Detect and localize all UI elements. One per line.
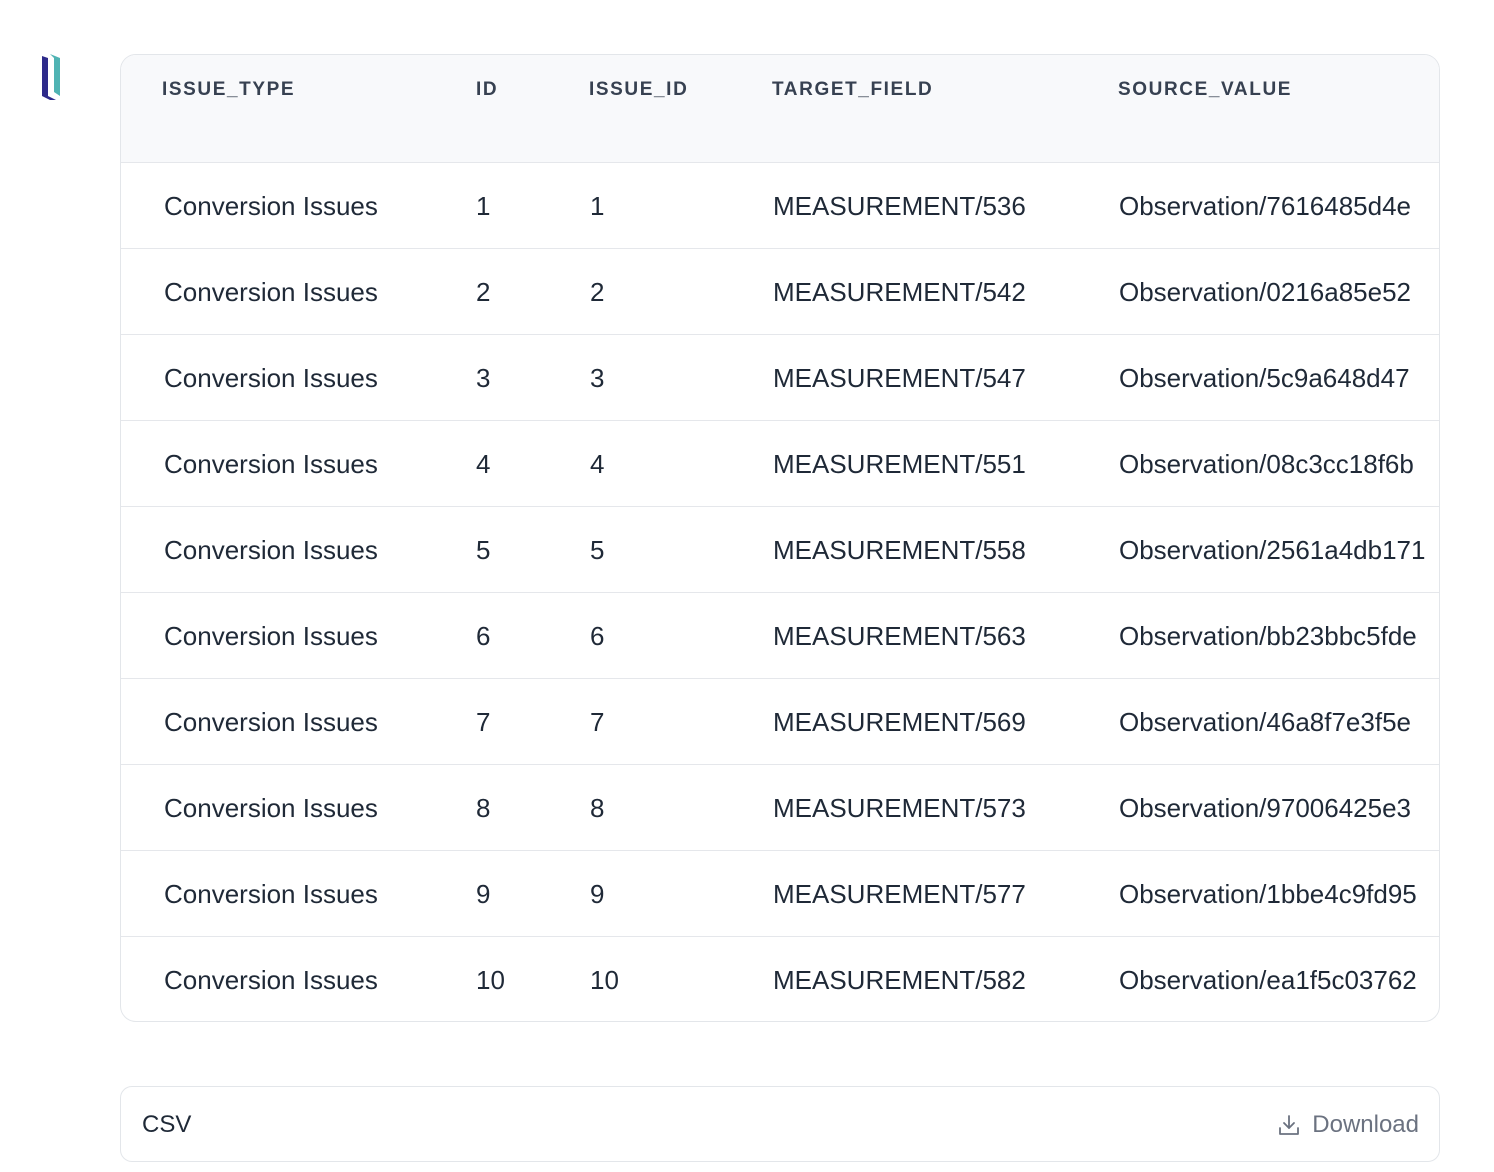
cell-target-field: MEASUREMENT/582 xyxy=(773,965,1026,995)
download-label: Download xyxy=(1312,1111,1419,1138)
cell-source-value: Observation/0216a85e52 xyxy=(1119,277,1412,307)
table-body: Conversion Issues 1 1 MEASUREMENT/536 Ob… xyxy=(121,163,1439,1021)
page: ISSUE_TYPE ID ISSUE_ID TARGET_FIELD SOUR… xyxy=(0,0,1494,1172)
cell-id: 10 xyxy=(476,965,505,995)
export-bar: CSV Download xyxy=(120,1086,1440,1162)
table-row: Conversion Issues 1 1 MEASUREMENT/536 Ob… xyxy=(121,163,1439,249)
cell-issue-type: Conversion Issues xyxy=(164,277,378,307)
table-row: Conversion Issues 3 3 MEASUREMENT/547 Ob… xyxy=(121,335,1439,421)
cell-target-field: MEASUREMENT/547 xyxy=(773,363,1026,393)
cell-source-value: Observation/bb23bbc5fde xyxy=(1119,621,1417,651)
table-row: Conversion Issues 9 9 MEASUREMENT/577 Ob… xyxy=(121,851,1439,937)
cell-issue-id: 5 xyxy=(590,535,605,565)
cell-source-value: Observation/08c3cc18f6b xyxy=(1119,449,1414,479)
cell-issue-id: 7 xyxy=(590,707,605,737)
cell-issue-type: Conversion Issues xyxy=(164,707,378,737)
cell-id: 8 xyxy=(476,793,491,823)
cell-target-field: MEASUREMENT/551 xyxy=(773,449,1026,479)
table-row: Conversion Issues 8 8 MEASUREMENT/573 Ob… xyxy=(121,765,1439,851)
cell-source-value: Observation/97006425e3 xyxy=(1119,793,1412,823)
cell-issue-id: 4 xyxy=(590,449,605,479)
cell-id: 3 xyxy=(476,363,491,393)
cell-issue-type: Conversion Issues xyxy=(164,363,378,393)
cell-target-field: MEASUREMENT/563 xyxy=(773,621,1026,651)
column-header-issue-type[interactable]: ISSUE_TYPE xyxy=(162,79,295,101)
cell-issue-id: 10 xyxy=(590,965,619,995)
cell-issue-id: 1 xyxy=(590,191,605,221)
cell-source-value: Observation/7616485d4e xyxy=(1119,191,1412,221)
cell-source-value: Observation/1bbe4c9fd95 xyxy=(1119,879,1417,909)
table-row: Conversion Issues 10 10 MEASUREMENT/582 … xyxy=(121,937,1439,1021)
cell-target-field: MEASUREMENT/536 xyxy=(773,191,1026,221)
cell-issue-type: Conversion Issues xyxy=(164,535,378,565)
cell-target-field: MEASUREMENT/573 xyxy=(773,793,1026,823)
table-row: Conversion Issues 6 6 MEASUREMENT/563 Ob… xyxy=(121,593,1439,679)
download-icon xyxy=(1279,1115,1300,1135)
cell-id: 2 xyxy=(476,277,491,307)
table-row: Conversion Issues 7 7 MEASUREMENT/569 Ob… xyxy=(121,679,1439,765)
cell-target-field: MEASUREMENT/569 xyxy=(773,707,1026,737)
cell-target-field: MEASUREMENT/577 xyxy=(773,879,1026,909)
table-header: ISSUE_TYPE ID ISSUE_ID TARGET_FIELD SOUR… xyxy=(121,55,1439,163)
cell-source-value: Observation/46a8f7e3f5e xyxy=(1119,707,1411,737)
cell-id: 7 xyxy=(476,707,491,737)
cell-issue-id: 8 xyxy=(590,793,605,823)
column-header-id[interactable]: ID xyxy=(476,79,498,101)
table-row: Conversion Issues 4 4 MEASUREMENT/551 Ob… xyxy=(121,421,1439,507)
cell-issue-type: Conversion Issues xyxy=(164,191,378,221)
cell-issue-type: Conversion Issues xyxy=(164,879,378,909)
cell-issue-id: 9 xyxy=(590,879,605,909)
brand-logo-icon xyxy=(42,54,60,100)
column-header-target-field[interactable]: TARGET_FIELD xyxy=(772,79,933,101)
cell-target-field: MEASUREMENT/558 xyxy=(773,535,1026,565)
download-button[interactable]: Download xyxy=(1278,1087,1419,1163)
cell-id: 1 xyxy=(476,191,491,221)
column-header-source-value[interactable]: SOURCE_VALUE xyxy=(1118,79,1439,101)
cell-issue-type: Conversion Issues xyxy=(164,793,378,823)
cell-id: 5 xyxy=(476,535,491,565)
export-format-label: CSV xyxy=(142,1111,192,1138)
cell-issue-type: Conversion Issues xyxy=(164,621,378,651)
column-header-issue-id[interactable]: ISSUE_ID xyxy=(589,79,688,101)
cell-source-value: Observation/2561a4db171 xyxy=(1119,535,1426,565)
table-row: Conversion Issues 5 5 MEASUREMENT/558 Ob… xyxy=(121,507,1439,593)
cell-issue-id: 3 xyxy=(590,363,605,393)
cell-id: 6 xyxy=(476,621,491,651)
cell-issue-type: Conversion Issues xyxy=(164,449,378,479)
cell-issue-id: 6 xyxy=(590,621,605,651)
cell-source-value: Observation/ea1f5c03762 xyxy=(1119,965,1417,995)
cell-issue-type: Conversion Issues xyxy=(164,965,378,995)
cell-source-value: Observation/5c9a648d47 xyxy=(1119,363,1410,393)
data-table: ISSUE_TYPE ID ISSUE_ID TARGET_FIELD SOUR… xyxy=(120,54,1440,1022)
cell-id: 4 xyxy=(476,449,491,479)
cell-id: 9 xyxy=(476,879,491,909)
cell-target-field: MEASUREMENT/542 xyxy=(773,277,1026,307)
cell-issue-id: 2 xyxy=(590,277,605,307)
table-row: Conversion Issues 2 2 MEASUREMENT/542 Ob… xyxy=(121,249,1439,335)
